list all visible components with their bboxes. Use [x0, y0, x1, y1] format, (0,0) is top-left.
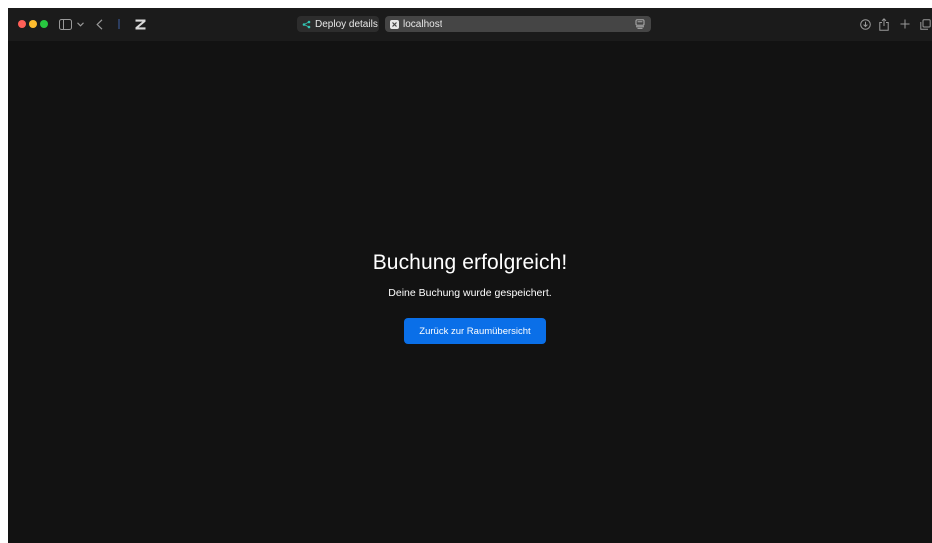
tab-localhost[interactable]: localhost: [385, 16, 651, 32]
zed-icon[interactable]: [134, 17, 146, 31]
zoom-window-button[interactable]: [40, 20, 48, 28]
confirmation-message: Deine Buchung wurde gespeichert.: [388, 287, 552, 299]
plus-icon[interactable]: [898, 17, 912, 31]
page-title: Buchung erfolgreich!: [372, 251, 568, 274]
tab-label: Deploy details |...: [315, 18, 379, 30]
separator-icon: [116, 17, 122, 31]
browser-window: Deploy details |... localhost Buchung er…: [8, 8, 932, 543]
download-icon[interactable]: [858, 17, 872, 31]
tab-label: localhost: [403, 18, 443, 30]
tabs-overview-icon[interactable]: [918, 17, 932, 31]
reader-icon[interactable]: [635, 19, 645, 29]
page-content: Buchung erfolgreich! Deine Buchung wurde…: [8, 41, 932, 543]
browser-toolbar: Deploy details |... localhost: [8, 8, 932, 41]
tab-deploy-details[interactable]: Deploy details |...: [297, 16, 379, 32]
sidebar-icon[interactable]: [58, 17, 72, 31]
app-icon: [390, 19, 399, 29]
minimize-window-button[interactable]: [29, 20, 37, 28]
back-icon[interactable]: [94, 17, 104, 31]
back-to-rooms-button[interactable]: Zurück zur Raumübersicht: [404, 318, 546, 344]
close-window-button[interactable]: [18, 20, 26, 28]
share-icon[interactable]: [877, 17, 891, 31]
chevron-down-icon[interactable]: [76, 17, 84, 31]
netlify-icon: [302, 20, 311, 29]
